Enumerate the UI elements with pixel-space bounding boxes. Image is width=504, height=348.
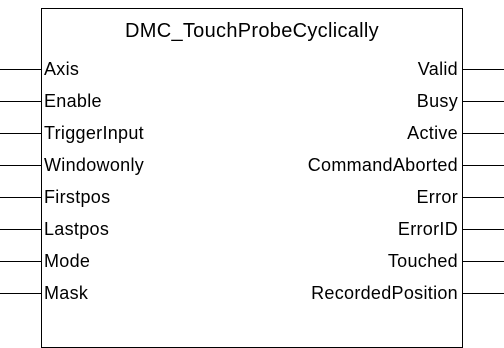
input-pin-firstpos: Firstpos bbox=[44, 187, 111, 207]
input-connector-line bbox=[0, 165, 41, 166]
function-block-title: DMC_TouchProbeCyclically bbox=[125, 20, 379, 42]
pin-row-4: Windowonly CommandAborted bbox=[0, 150, 504, 182]
output-connector-line bbox=[463, 133, 504, 134]
output-connector-line bbox=[463, 229, 504, 230]
output-connector-line bbox=[463, 197, 504, 198]
input-connector-line bbox=[0, 293, 41, 294]
pin-row-1: Axis Valid bbox=[0, 54, 504, 86]
output-pin-commandaborted: CommandAborted bbox=[307, 155, 458, 175]
output-connector-line bbox=[463, 101, 504, 102]
pin-row-2: Enable Busy bbox=[0, 86, 504, 118]
input-pin-enable: Enable bbox=[44, 91, 102, 111]
output-pin-error: Error bbox=[416, 187, 458, 207]
input-connector-line bbox=[0, 69, 41, 70]
input-connector-line bbox=[0, 101, 41, 102]
output-pin-touched: Touched bbox=[387, 251, 458, 271]
input-connector-line bbox=[0, 261, 41, 262]
output-connector-line bbox=[463, 165, 504, 166]
input-pin-lastpos: Lastpos bbox=[44, 219, 110, 239]
output-pin-recordedposition: RecordedPosition bbox=[311, 283, 458, 303]
pin-row-3: TriggerInput Active bbox=[0, 118, 504, 150]
input-pin-axis: Axis bbox=[44, 59, 80, 79]
output-pin-active: Active bbox=[407, 123, 458, 143]
input-connector-line bbox=[0, 197, 41, 198]
output-pin-valid: Valid bbox=[417, 59, 458, 79]
pin-row-7: Mode Touched bbox=[0, 246, 504, 278]
input-pin-mode: Mode bbox=[44, 251, 91, 271]
output-pin-busy: Busy bbox=[416, 91, 458, 111]
input-pin-triggerinput: TriggerInput bbox=[44, 123, 144, 143]
pin-row-5: Firstpos Error bbox=[0, 182, 504, 214]
input-pin-mask: Mask bbox=[44, 283, 89, 303]
pin-row-6: Lastpos ErrorID bbox=[0, 214, 504, 246]
output-connector-line bbox=[463, 69, 504, 70]
output-connector-line bbox=[463, 261, 504, 262]
input-connector-line bbox=[0, 133, 41, 134]
input-connector-line bbox=[0, 229, 41, 230]
input-pin-windowonly: Windowonly bbox=[44, 155, 145, 175]
output-connector-line bbox=[463, 293, 504, 294]
output-pin-errorid: ErrorID bbox=[397, 219, 458, 239]
pin-row-8: Mask RecordedPosition bbox=[0, 278, 504, 310]
